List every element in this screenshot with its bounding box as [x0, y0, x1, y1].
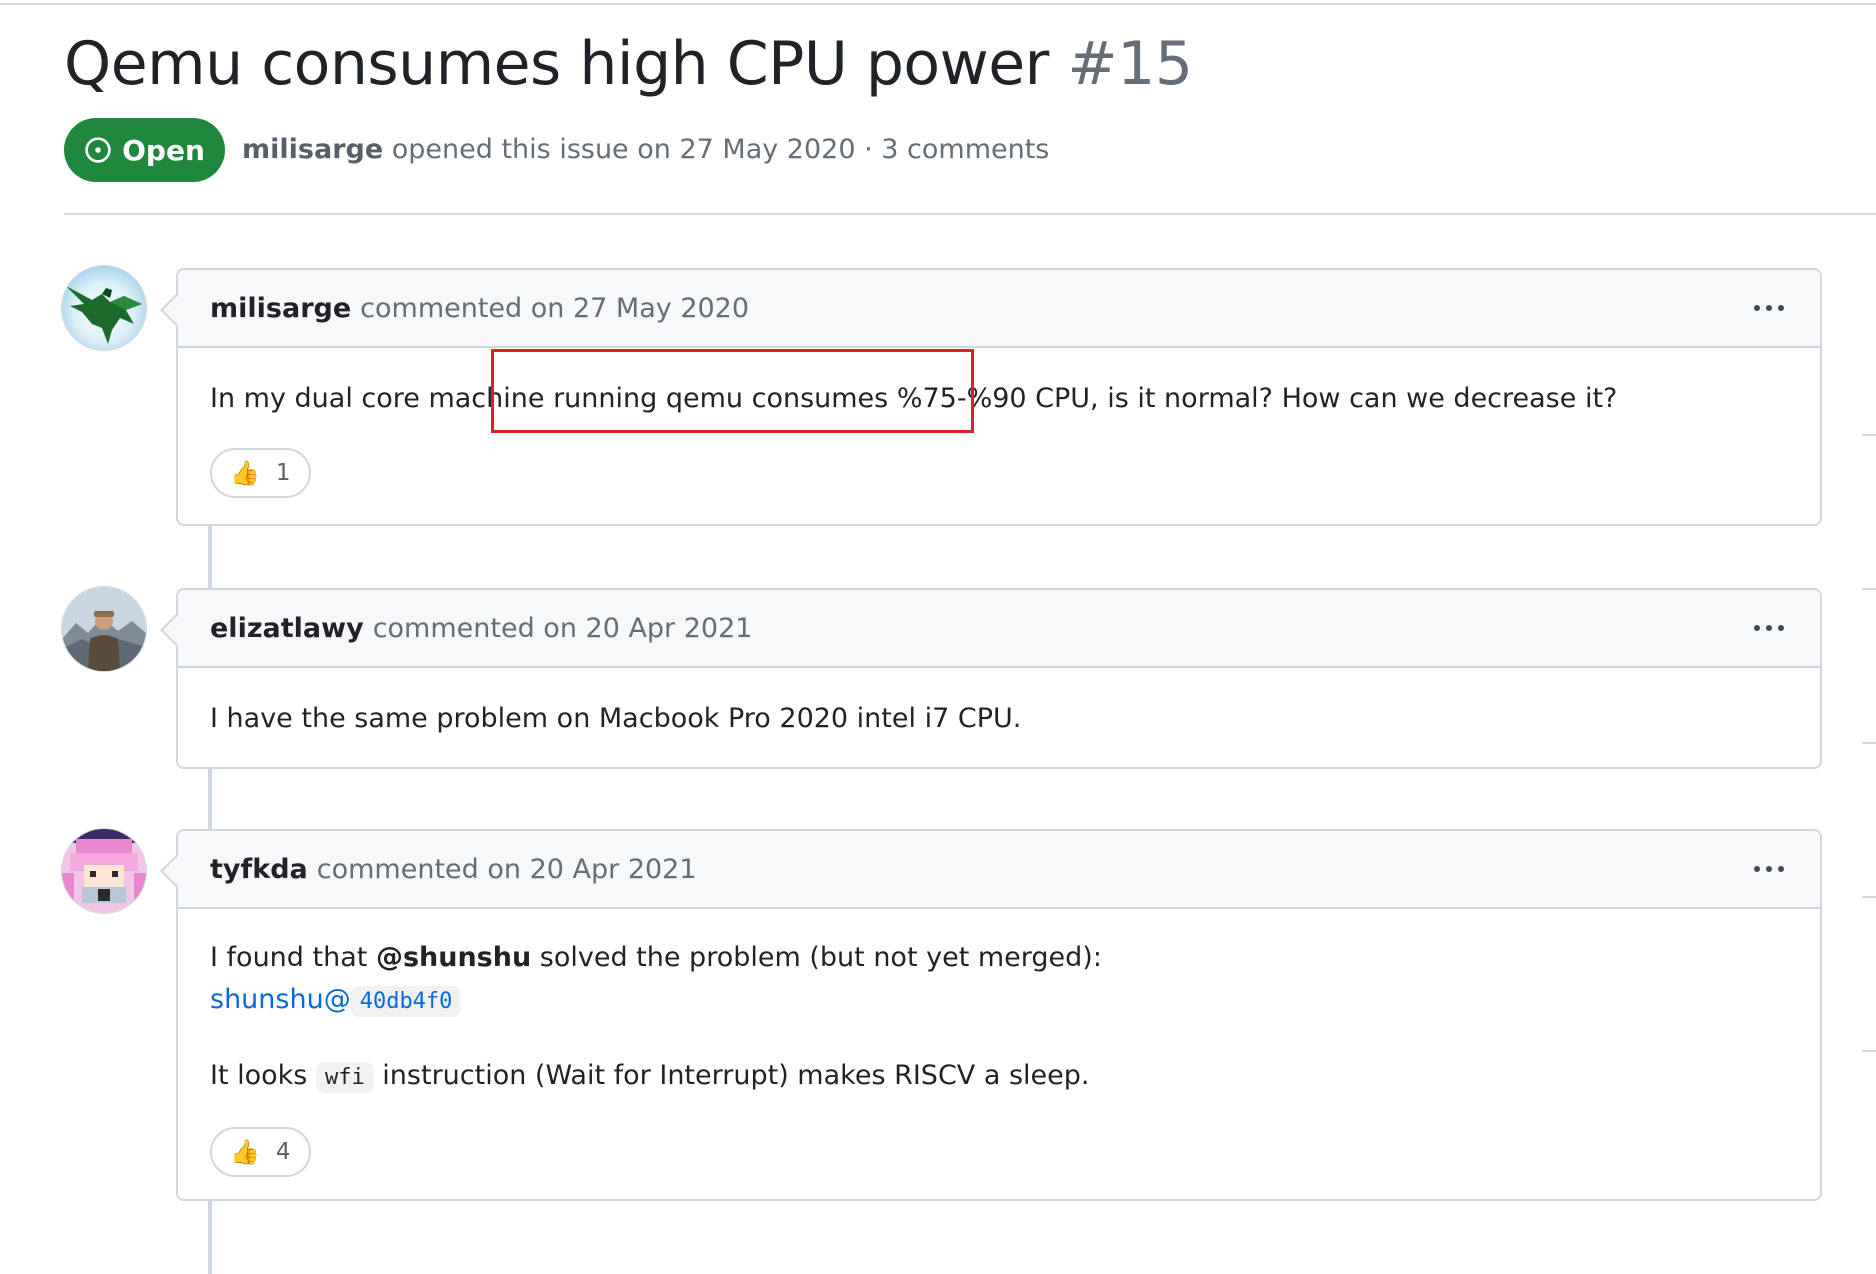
comment-body: I found that @shunshu solved the problem… [178, 909, 1820, 1177]
repo-link[interactable]: shunshu@ [210, 984, 351, 1015]
person-avatar-icon [62, 587, 146, 671]
comment-body: In my dual core machine running qemu con… [178, 348, 1820, 498]
text-fragment: I found that [210, 942, 376, 973]
comment-text: In my dual core machine running qemu con… [210, 378, 1788, 420]
comment-author-link[interactable]: milisarge [210, 293, 351, 324]
issue-author-link[interactable]: milisarge [242, 134, 383, 165]
issue-title: Qemu consumes high CPU power #15 [64, 24, 1193, 104]
comment-header: milisarge commented on 27 May 2020 [178, 270, 1820, 348]
top-divider [0, 3, 1876, 5]
user-mention-link[interactable]: @shunshu [376, 942, 531, 973]
text-fragment: It looks [210, 1060, 316, 1091]
issue-number: #15 [1067, 29, 1193, 99]
comment-options-kebab-icon[interactable] [1750, 856, 1788, 882]
issue-title-text: Qemu consumes high CPU power [64, 29, 1049, 99]
comment-text: I have the same problem on Macbook Pro 2… [210, 703, 1022, 734]
comment-header: tyfkda commented on 20 Apr 2021 [178, 831, 1820, 909]
highlighted-text: running qemu consumes %75-%90 CPU, [553, 383, 1099, 414]
eagle-avatar-icon [62, 266, 146, 350]
avatar-tyfkda[interactable] [62, 829, 146, 913]
comment-body: I have the same problem on Macbook Pro 2… [178, 668, 1820, 740]
text-fragment: solved the problem (but not yet merged): [531, 942, 1102, 973]
timeline-connector [208, 1200, 212, 1274]
issue-open-icon [85, 137, 111, 163]
sidebar-divider [1862, 742, 1876, 744]
comment-options-kebab-icon[interactable] [1750, 615, 1788, 641]
comment-text-start: In my dual core machine [210, 383, 554, 414]
commit-sha-link[interactable]: 40db4f0 [350, 986, 462, 1017]
comment-timestamp[interactable]: commented on 20 Apr 2021 [317, 854, 697, 885]
text-fragment: instruction (Wait for Interrupt) makes R… [373, 1060, 1090, 1091]
thumbs-up-reaction-button[interactable]: 👍 1 [210, 448, 311, 498]
sidebar-divider [1862, 1050, 1876, 1052]
comment-card: elizatlawy commented on 20 Apr 2021 I ha… [160, 588, 1822, 769]
thumbs-up-reaction-button[interactable]: 👍 4 [210, 1127, 311, 1177]
reaction-count: 4 [275, 1139, 291, 1165]
sidebar-divider [1862, 896, 1876, 898]
comment-card: milisarge commented on 27 May 2020 In my… [160, 268, 1822, 526]
comment-author-link[interactable]: elizatlawy [210, 613, 364, 644]
sidebar-divider [1862, 588, 1876, 590]
pixel-art-avatar-icon [62, 829, 146, 913]
reaction-count: 1 [275, 460, 291, 486]
timeline-connector [208, 525, 212, 590]
header-divider [64, 213, 1876, 215]
commit-reference: shunshu@ 40db4f0 [210, 979, 1788, 1023]
comment-card: tyfkda commented on 20 Apr 2021 I found … [160, 829, 1822, 1201]
comment-text-end: is it normal? How can we decrease it? [1098, 383, 1618, 414]
inline-code: wfi [315, 1062, 374, 1093]
comment-text-line: I found that @shunshu solved the problem… [210, 937, 1788, 979]
comment-options-kebab-icon[interactable] [1750, 295, 1788, 321]
timeline-connector [208, 768, 212, 830]
issue-opened-text: opened this issue on 27 May 2020 · 3 com… [391, 134, 1050, 165]
issue-state-label: Open [122, 133, 205, 167]
comment-timestamp[interactable]: commented on 20 Apr 2021 [373, 613, 753, 644]
sidebar-divider [1862, 434, 1876, 436]
issue-meta: milisarge opened this issue on 27 May 20… [242, 130, 1049, 170]
avatar-milisarge[interactable] [62, 266, 146, 350]
comment-author-link[interactable]: tyfkda [210, 854, 308, 885]
comment-header: elizatlawy commented on 20 Apr 2021 [178, 590, 1820, 668]
thumbs-up-icon: 👍 [230, 1138, 260, 1166]
avatar-elizatlawy[interactable] [62, 587, 146, 671]
comment-timestamp[interactable]: commented on 27 May 2020 [360, 293, 749, 324]
issue-state-badge: Open [64, 118, 225, 182]
comment-text-line: It looks wfi instruction (Wait for Inter… [210, 1055, 1788, 1099]
thumbs-up-icon: 👍 [230, 459, 260, 487]
